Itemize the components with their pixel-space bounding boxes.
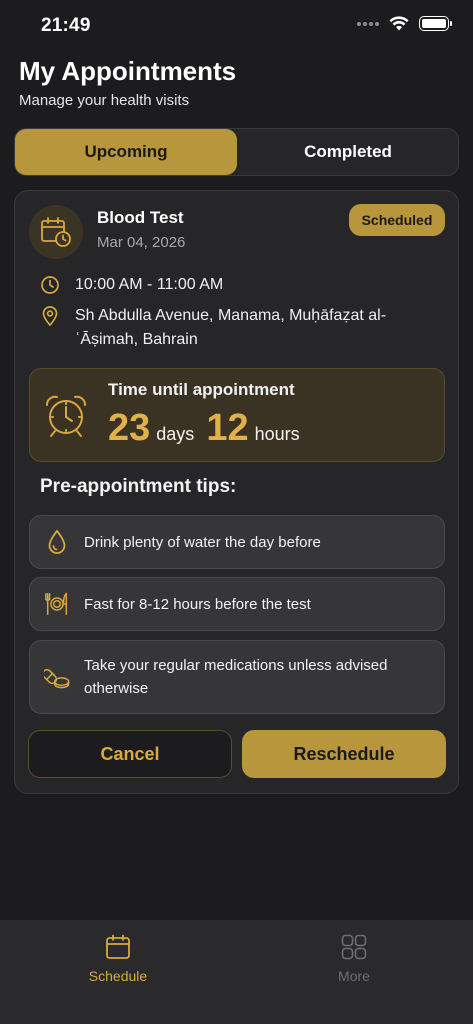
tip-text: Fast for 8-12 hours before the test <box>84 595 311 613</box>
countdown-days: 23 <box>108 407 151 449</box>
page-title: My Appointments <box>19 56 237 86</box>
tab-schedule-label: Schedule <box>88 968 148 984</box>
reschedule-button[interactable]: Reschedule <box>242 730 446 778</box>
status-time: 21:49 <box>41 15 91 36</box>
status-bar: 21:49 <box>0 0 473 52</box>
bottom-tab-bar: Schedule More <box>0 920 473 1024</box>
utensils-icon <box>44 591 70 617</box>
signal-icon <box>357 21 379 26</box>
countdown-hours-unit: hours <box>254 424 300 444</box>
tip-text: Take your regular medications unless adv… <box>84 657 388 697</box>
status-badge: Scheduled <box>349 204 445 236</box>
page-subtitle: Manage your health visits <box>19 92 190 109</box>
tab-completed[interactable]: Completed <box>237 129 459 175</box>
appointments-segmented-control: Upcoming Completed <box>14 128 459 176</box>
appointment-location: Sh Abdulla Avenue, Manama, Muḥāfaẓat al-… <box>75 307 387 348</box>
tip-item: Drink plenty of water the day before <box>29 515 445 569</box>
tip-text: Drink plenty of water the day before <box>84 533 321 551</box>
tab-more-label: More <box>338 968 370 984</box>
tip-item: Fast for 8-12 hours before the test <box>29 577 445 631</box>
tab-upcoming[interactable]: Upcoming <box>15 129 237 175</box>
tip-item: Take your regular medications unless adv… <box>29 640 445 714</box>
location-row: Sh Abdulla Avenue, Manama, Muḥāfaẓat al-… <box>39 304 439 352</box>
clock-icon <box>39 273 61 297</box>
appointment-card[interactable]: Blood Test Mar 04, 2026 Scheduled 10:00 … <box>14 190 459 794</box>
countdown-days-unit: days <box>156 424 195 444</box>
tab-more[interactable]: More <box>294 934 414 984</box>
cancel-button[interactable]: Cancel <box>28 730 232 778</box>
status-icons <box>357 16 452 31</box>
countdown-hours: 12 <box>206 407 249 449</box>
location-pin-icon <box>39 304 61 328</box>
time-row: 10:00 AM - 11:00 AM <box>39 273 223 297</box>
appointment-time: 10:00 AM - 11:00 AM <box>75 276 224 293</box>
water-drop-icon <box>44 529 70 555</box>
alarm-clock-icon <box>46 395 86 437</box>
tips-heading: Pre-appointment tips: <box>40 476 237 497</box>
pills-icon <box>44 664 70 690</box>
countdown-panel: Time until appointment 23 days 12 hours <box>29 368 445 462</box>
grid-icon <box>341 934 367 960</box>
calendar-icon <box>106 934 130 959</box>
appointment-date: Mar 04, 2026 <box>97 234 186 251</box>
countdown-value: 23 days 12 hours <box>108 407 306 450</box>
appointment-title: Blood Test <box>97 208 184 227</box>
countdown-label: Time until appointment <box>108 380 295 399</box>
wifi-icon <box>389 16 409 31</box>
tab-schedule[interactable]: Schedule <box>58 934 178 984</box>
battery-icon <box>419 16 452 31</box>
calendar-clock-icon <box>29 205 83 259</box>
